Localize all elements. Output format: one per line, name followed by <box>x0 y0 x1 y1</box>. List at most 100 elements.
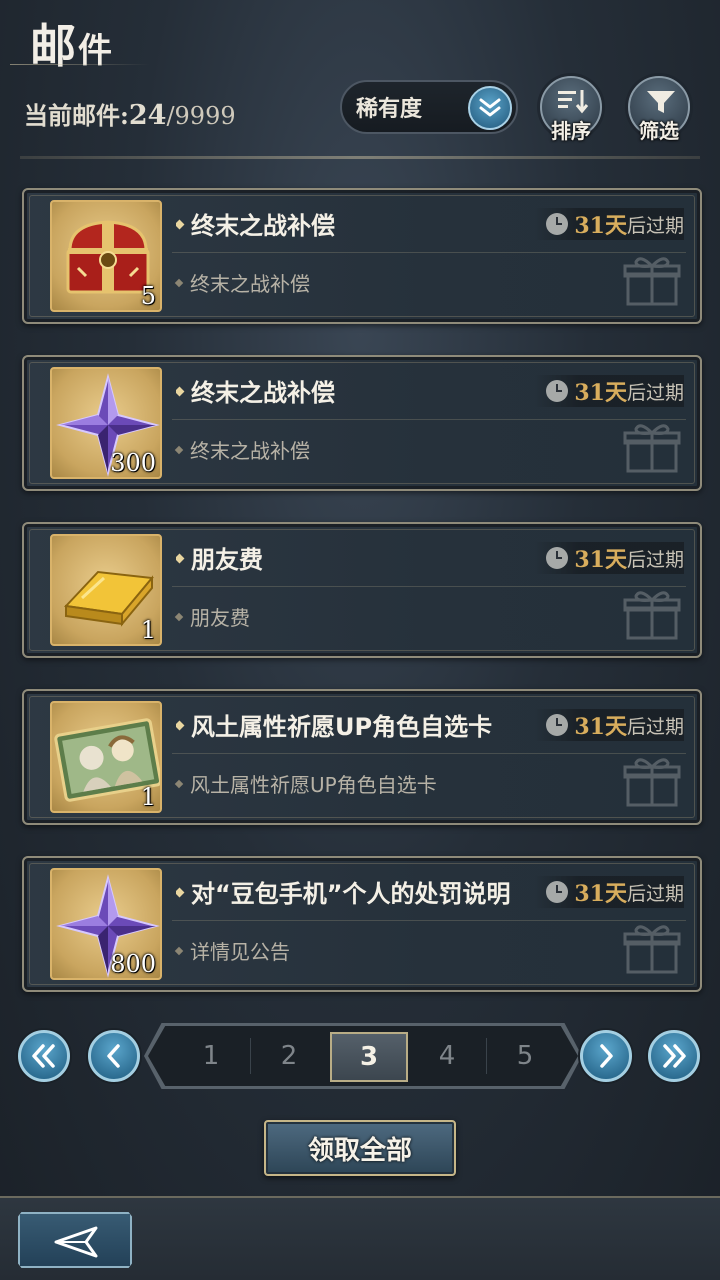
mail-title: 风土属性祈愿UP角色自选卡 <box>176 707 492 742</box>
page-4[interactable]: 4 <box>408 1026 486 1086</box>
claim-all-button[interactable]: 领取全部 <box>264 1120 456 1176</box>
clock-icon <box>546 380 569 402</box>
back-arrow-icon <box>54 1226 98 1258</box>
page-number-label: 3 <box>359 1042 379 1072</box>
mail-title-text: 终末之战补偿 <box>191 212 335 240</box>
pagination: 1 2 3 4 5 <box>0 1023 720 1090</box>
mail-subtitle-text: 终末之战补偿 <box>190 272 310 296</box>
mail-title: 终末之战补偿 <box>176 373 335 408</box>
prev-page-button[interactable] <box>88 1030 140 1082</box>
expiry-suffix: 后过期 <box>626 548 684 571</box>
row-divider <box>172 920 686 921</box>
gift-box-icon <box>623 257 681 306</box>
mail-item[interactable]: 300 终末之战补偿 31天 后过期 终末之战补偿 <box>22 355 702 491</box>
page-number-label: 2 <box>280 1041 298 1071</box>
page-number-label: 4 <box>438 1041 456 1071</box>
expiry-days: 31天 <box>574 547 627 573</box>
mail-subtitle-text: 终末之战补偿 <box>190 439 310 463</box>
expiry-suffix: 后过期 <box>626 214 684 237</box>
expiry-days: 31天 <box>574 380 627 406</box>
mail-count-label: 当前邮件: <box>24 101 129 130</box>
diamond-bullet-icon <box>174 612 184 621</box>
chevron-left-icon <box>107 1044 120 1068</box>
header-divider <box>20 156 700 159</box>
mail-item[interactable]: 800 对“豆包手机”个人的处罚说明 31天 后过期 详情见公告 <box>22 856 702 992</box>
double-chevron-right-icon <box>663 1044 686 1068</box>
expiry-info: 31天 后过期 <box>534 375 684 407</box>
mail-subtitle-text: 详情见公告 <box>190 940 290 964</box>
expiry-suffix: 后过期 <box>626 381 684 404</box>
item-slot: 1 <box>50 701 162 813</box>
mail-title: 对“豆包手机”个人的处罚说明 <box>176 874 511 909</box>
item-quantity: 300 <box>110 449 156 477</box>
mail-item[interactable]: 1 风土属性祈愿UP角色自选卡 31天 后过期 风土属性祈愿UP角色自选卡 <box>22 689 702 825</box>
mail-item[interactable]: 1 朋友费 31天 后过期 朋友费 <box>22 522 702 658</box>
clock-icon <box>546 547 569 569</box>
mail-title-text: 朋友费 <box>191 546 263 574</box>
diamond-bullet-icon <box>176 887 185 897</box>
mail-subtitle: 终末之战补偿 <box>174 435 310 464</box>
gift-box-icon <box>623 925 681 974</box>
claim-all-label: 领取全部 <box>307 1135 412 1166</box>
rarity-dropdown[interactable]: 稀有度 <box>340 80 518 134</box>
mail-count-max: /9999 <box>166 102 236 130</box>
page-3-current[interactable]: 3 <box>330 1032 408 1082</box>
bottom-bar <box>0 1196 720 1280</box>
sort-button[interactable]: 排序 <box>540 76 602 143</box>
rarity-dropdown-label: 稀有度 <box>356 97 423 122</box>
row-divider <box>172 753 686 754</box>
double-chevron-down-icon[interactable] <box>468 86 512 130</box>
row-divider <box>172 586 686 587</box>
expiry-days: 31天 <box>574 213 627 239</box>
expiry-info: 31天 后过期 <box>534 542 684 574</box>
mail-title: 终末之战补偿 <box>176 206 335 241</box>
mail-item[interactable]: 5 终末之战补偿 31天 后过期 终末之战补偿 <box>22 188 702 324</box>
mail-title-text: 对“豆包手机”个人的处罚说明 <box>191 880 511 908</box>
title-underline <box>10 64 150 65</box>
diamond-bullet-icon <box>174 278 184 287</box>
chevron-right-icon <box>600 1044 613 1068</box>
mail-subtitle-text: 风土属性祈愿UP角色自选卡 <box>190 773 437 797</box>
page-title-rest: 件 <box>78 31 114 71</box>
double-chevron-left-icon <box>32 1044 55 1068</box>
page-number-label: 1 <box>202 1041 220 1071</box>
item-quantity: 1 <box>140 616 156 644</box>
back-button[interactable] <box>18 1212 132 1268</box>
mail-title-text: 风土属性祈愿UP角色自选卡 <box>191 713 493 741</box>
gift-box-icon <box>623 591 681 640</box>
first-page-button[interactable] <box>18 1030 70 1082</box>
diamond-bullet-icon <box>174 946 184 955</box>
item-slot: 1 <box>50 534 162 646</box>
expiry-info: 31天 后过期 <box>534 876 684 908</box>
item-quantity: 5 <box>140 282 156 310</box>
mail-title-text: 终末之战补偿 <box>191 379 335 407</box>
diamond-bullet-icon <box>174 779 184 788</box>
page-1[interactable]: 1 <box>172 1026 250 1086</box>
expiry-info: 31天 后过期 <box>534 208 684 240</box>
filter-button[interactable]: 筛选 <box>628 76 690 143</box>
expiry-info: 31天 后过期 <box>534 709 684 741</box>
mail-count-current: 24 <box>128 100 167 131</box>
next-page-button[interactable] <box>580 1030 632 1082</box>
mail-subtitle: 风土属性祈愿UP角色自选卡 <box>174 769 437 798</box>
expiry-suffix: 后过期 <box>626 715 684 738</box>
mail-subtitle-text: 朋友费 <box>190 606 250 630</box>
item-slot: 800 <box>50 868 162 980</box>
item-slot: 300 <box>50 367 162 479</box>
clock-icon <box>546 881 569 903</box>
mail-subtitle: 详情见公告 <box>174 936 290 965</box>
expiry-days: 31天 <box>574 714 627 740</box>
mail-subtitle: 朋友费 <box>174 602 250 631</box>
sort-button-label: 排序 <box>551 119 591 143</box>
clock-icon <box>546 213 569 235</box>
mail-count: 当前邮件:24/9999 <box>24 96 236 131</box>
page-5[interactable]: 5 <box>486 1026 564 1086</box>
last-page-button[interactable] <box>648 1030 700 1082</box>
page-2[interactable]: 2 <box>250 1026 328 1086</box>
mail-title: 朋友费 <box>176 540 263 575</box>
page-number-label: 5 <box>516 1041 534 1071</box>
diamond-bullet-icon <box>176 553 185 563</box>
mail-screen: 邮件 当前邮件:24/9999 稀有度 排序 筛选 5 终末之战补偿 31天 后… <box>0 0 720 1280</box>
clock-icon <box>546 714 569 736</box>
expiry-days: 31天 <box>574 881 627 907</box>
